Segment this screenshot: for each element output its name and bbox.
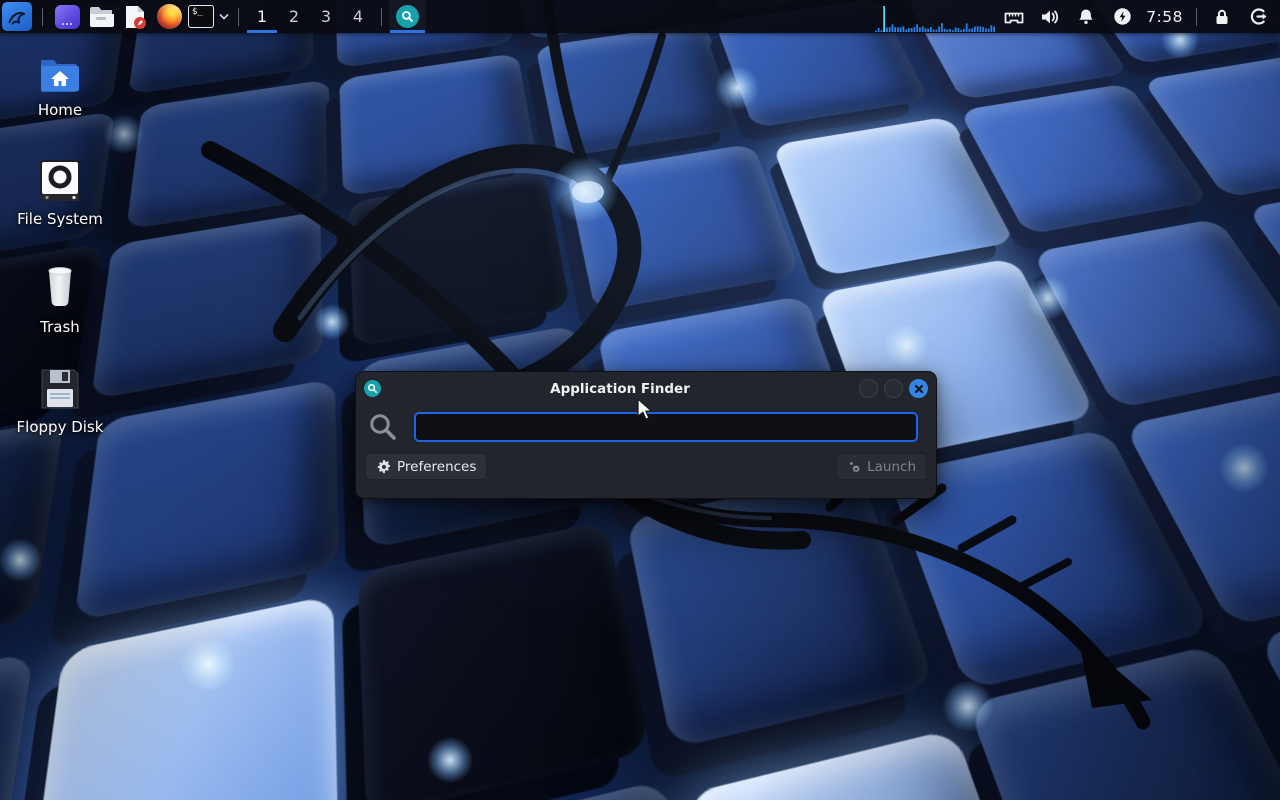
log-out-button[interactable] bbox=[1240, 0, 1276, 33]
lock-screen-button[interactable] bbox=[1204, 0, 1240, 33]
wallpaper-cube bbox=[0, 652, 34, 800]
application-finder-window: Application Finder bbox=[355, 371, 937, 499]
close-icon bbox=[914, 384, 924, 394]
cpu-graph[interactable] bbox=[874, 0, 996, 33]
search-icon bbox=[368, 412, 398, 442]
hard-drive-icon bbox=[38, 158, 82, 204]
power-manager-icon bbox=[1112, 6, 1133, 27]
search-input[interactable] bbox=[414, 412, 918, 442]
desktop-icon-label: File System bbox=[17, 210, 103, 228]
wallpaper-cube bbox=[349, 171, 571, 347]
clock[interactable]: 7:58 bbox=[1140, 8, 1189, 26]
log-out-icon bbox=[1248, 6, 1269, 27]
wallpaper-cube bbox=[0, 418, 64, 676]
volume-icon bbox=[1039, 7, 1061, 27]
wallpaper-cube bbox=[91, 211, 323, 400]
desktop-icon-home[interactable]: Home bbox=[5, 55, 115, 119]
wallpaper-cube bbox=[358, 521, 651, 800]
network-tray-button[interactable] bbox=[996, 0, 1032, 33]
panel-separator bbox=[42, 8, 43, 26]
desktop-icon-file-system[interactable]: File System bbox=[5, 158, 115, 228]
workspace-4[interactable]: 4 bbox=[342, 0, 374, 33]
maximize-button[interactable] bbox=[884, 379, 903, 398]
wallpaper-cube bbox=[536, 22, 743, 158]
wallpaper-cube bbox=[567, 143, 801, 311]
launcher-show-desktop[interactable] bbox=[50, 0, 84, 33]
launcher-text-editor[interactable] bbox=[118, 0, 152, 33]
trash-empty-icon bbox=[37, 262, 83, 312]
launcher-terminal[interactable]: $_ bbox=[186, 0, 216, 33]
launch-label: Launch bbox=[867, 459, 916, 475]
launcher-web-browser[interactable] bbox=[152, 0, 186, 33]
desktop-icon-floppy-disk[interactable]: Floppy Disk bbox=[5, 366, 115, 436]
notifications-tray-button[interactable] bbox=[1068, 0, 1104, 33]
purple-app-icon bbox=[55, 5, 80, 29]
application-finder-icon bbox=[364, 380, 381, 397]
workspace-label: 2 bbox=[289, 7, 299, 26]
document-edit-icon bbox=[123, 4, 147, 30]
kali-dragon-icon bbox=[6, 6, 28, 28]
volume-tray-button[interactable] bbox=[1032, 0, 1068, 33]
folder-icon bbox=[88, 5, 114, 29]
gear-icon bbox=[376, 459, 391, 474]
firefox-icon bbox=[157, 4, 182, 29]
workspace-label: 1 bbox=[257, 7, 267, 26]
panel-separator bbox=[381, 8, 382, 26]
terminal-icon: $_ bbox=[188, 5, 214, 28]
desktop-icon-label: Home bbox=[38, 101, 82, 119]
top-panel: $_ 1 2 3 4 bbox=[0, 0, 1280, 33]
lock-icon bbox=[1212, 7, 1232, 27]
wallpaper-cube bbox=[625, 471, 935, 749]
close-button[interactable] bbox=[909, 379, 928, 398]
floppy-disk-icon bbox=[38, 366, 82, 412]
wallpaper-cube bbox=[340, 53, 539, 197]
window-title: Application Finder bbox=[381, 381, 859, 397]
preferences-label: Preferences bbox=[397, 459, 476, 475]
active-workspace-underline bbox=[247, 30, 277, 33]
applications-menu-button[interactable] bbox=[2, 2, 32, 31]
preferences-button[interactable]: Preferences bbox=[365, 453, 487, 480]
desktop-root: Home File System Trash bbox=[0, 0, 1280, 800]
notifications-bell-icon bbox=[1076, 7, 1096, 27]
home-folder-icon bbox=[37, 55, 83, 95]
power-manager-tray-button[interactable] bbox=[1104, 0, 1140, 33]
taskbar-application-finder[interactable] bbox=[389, 0, 426, 33]
workspace-2[interactable]: 2 bbox=[278, 0, 310, 33]
launch-button[interactable]: Launch bbox=[836, 453, 927, 480]
active-task-underline bbox=[390, 30, 425, 33]
workspace-1[interactable]: 1 bbox=[246, 0, 278, 33]
desktop-icon-trash[interactable]: Trash bbox=[5, 262, 115, 336]
desktop-icon-label: Trash bbox=[40, 318, 80, 336]
mouse-cursor bbox=[637, 398, 659, 422]
chevron-down-icon[interactable] bbox=[217, 12, 231, 22]
network-icon bbox=[1003, 8, 1025, 26]
minimize-button[interactable] bbox=[859, 379, 878, 398]
workspace-label: 4 bbox=[353, 7, 363, 26]
workspace-label: 3 bbox=[321, 7, 331, 26]
wallpaper-cube bbox=[126, 79, 331, 230]
launch-gears-icon bbox=[847, 460, 861, 474]
wallpaper-cube bbox=[27, 595, 338, 800]
terminal-prompt-glyph: $_ bbox=[192, 7, 203, 17]
panel-separator bbox=[1196, 8, 1197, 26]
search-icon bbox=[396, 5, 419, 28]
desktop-icon-label: Floppy Disk bbox=[17, 418, 104, 436]
panel-separator bbox=[238, 8, 239, 26]
launcher-file-manager[interactable] bbox=[84, 0, 118, 33]
workspace-3[interactable]: 3 bbox=[310, 0, 342, 33]
